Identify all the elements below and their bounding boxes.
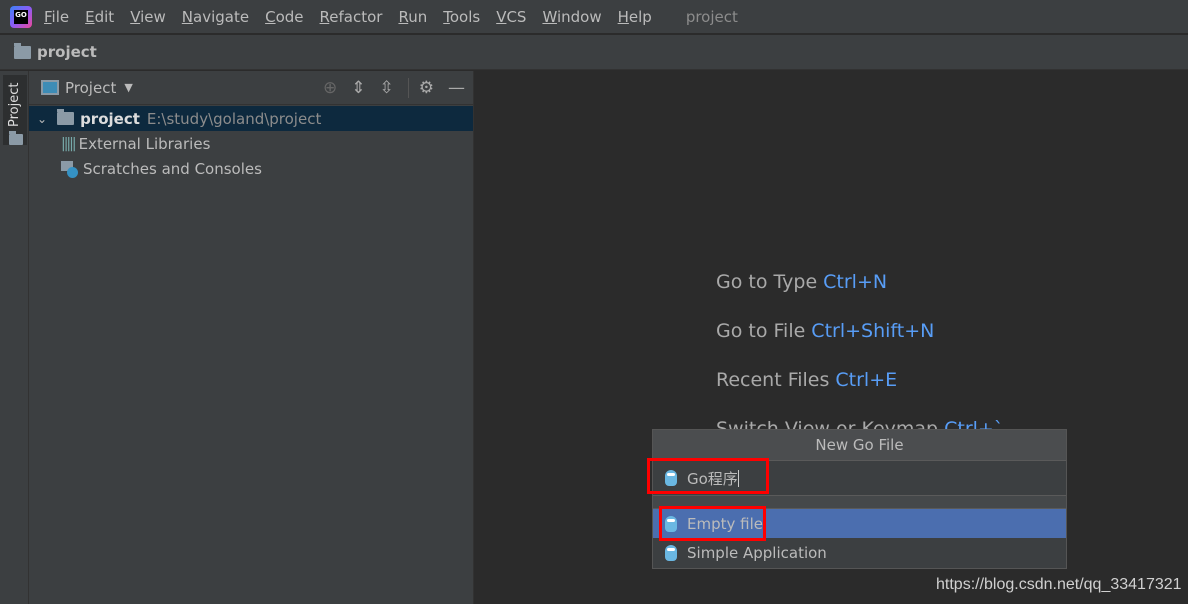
expand-all-icon[interactable]: ⇕ — [351, 78, 365, 98]
tree-item-scratches[interactable]: Scratches and Consoles — [29, 156, 473, 181]
menu-bar: GO File Edit View Navigate Code Refactor… — [0, 0, 1188, 34]
hint-shortcut: Ctrl+N — [823, 271, 888, 293]
tree-item-external-libraries[interactable]: ||||| External Libraries — [29, 131, 473, 156]
hint-recent-files: Recent Files Ctrl+E — [716, 369, 897, 391]
project-path: E:\study\goland\project — [146, 109, 322, 128]
hint-label: Go to Type — [716, 271, 818, 293]
breadcrumb-project[interactable]: project — [37, 43, 97, 61]
gopher-icon — [665, 544, 677, 561]
option-label: Simple Application — [687, 543, 827, 562]
menu-view[interactable]: View — [130, 8, 166, 26]
locate-icon[interactable]: ⊕ — [323, 78, 337, 98]
project-tab-label: Project — [7, 82, 22, 127]
project-view-icon — [41, 80, 59, 95]
popup-title: New Go File — [653, 430, 1066, 461]
highlight-box-option — [659, 506, 766, 541]
menu-window[interactable]: Window — [542, 8, 601, 26]
navigation-bar: project — [0, 35, 1188, 70]
goland-logo-icon: GO — [10, 5, 32, 28]
hide-icon[interactable]: — — [448, 78, 465, 98]
scratches-icon — [61, 160, 78, 178]
folder-icon — [14, 42, 31, 59]
folder-icon — [9, 131, 23, 145]
tree-item-label: External Libraries — [78, 134, 211, 153]
menu-help[interactable]: Help — [618, 8, 652, 26]
watermark: https://blog.csdn.net/qq_33417321 — [936, 576, 1182, 593]
chevron-down-icon[interactable]: ▼ — [124, 81, 132, 94]
hint-go-to-type: Go to Type Ctrl+N — [716, 271, 887, 293]
folder-icon — [57, 109, 75, 125]
panel-header: Project ▼ ⊕ ⇕ ⇳ ⚙ — — [29, 71, 473, 105]
menu-tools[interactable]: Tools — [443, 8, 480, 26]
project-panel: Project ▼ ⊕ ⇕ ⇳ ⚙ — ⌄ project E:\study\g… — [29, 71, 474, 604]
highlight-box-input — [647, 458, 769, 494]
menu-file[interactable]: File — [44, 8, 69, 26]
tree-item-project[interactable]: ⌄ project E:\study\goland\project — [29, 106, 473, 131]
libraries-icon: ||||| — [61, 135, 77, 152]
hint-shortcut: Ctrl+Shift+N — [811, 320, 935, 342]
view-selector[interactable]: Project — [65, 79, 116, 97]
menu-code[interactable]: Code — [265, 8, 303, 26]
hint-label: Recent Files — [716, 369, 830, 391]
option-simple-application[interactable]: Simple Application — [653, 538, 1066, 567]
menu-edit[interactable]: Edit — [85, 8, 114, 26]
menu-run[interactable]: Run — [398, 8, 427, 26]
hint-label: Go to File — [716, 320, 806, 342]
hint-shortcut: Ctrl+E — [835, 369, 898, 391]
window-title: project — [685, 7, 738, 26]
hint-go-to-file: Go to File Ctrl+Shift+N — [716, 320, 934, 342]
tool-window-stripe: Project — [0, 71, 29, 604]
chevron-down-icon[interactable]: ⌄ — [37, 112, 47, 126]
menu-refactor[interactable]: Refactor — [320, 8, 383, 26]
tree-item-label: Scratches and Consoles — [83, 159, 262, 178]
menu-vcs[interactable]: VCS — [496, 8, 526, 26]
gear-icon[interactable]: ⚙ — [407, 77, 434, 98]
tree-item-label: project — [80, 109, 140, 128]
collapse-all-icon[interactable]: ⇳ — [380, 78, 394, 98]
menu-navigate[interactable]: Navigate — [182, 8, 249, 26]
new-go-file-popup: New Go File Go程序 Empty file Simple Appli… — [652, 429, 1067, 569]
